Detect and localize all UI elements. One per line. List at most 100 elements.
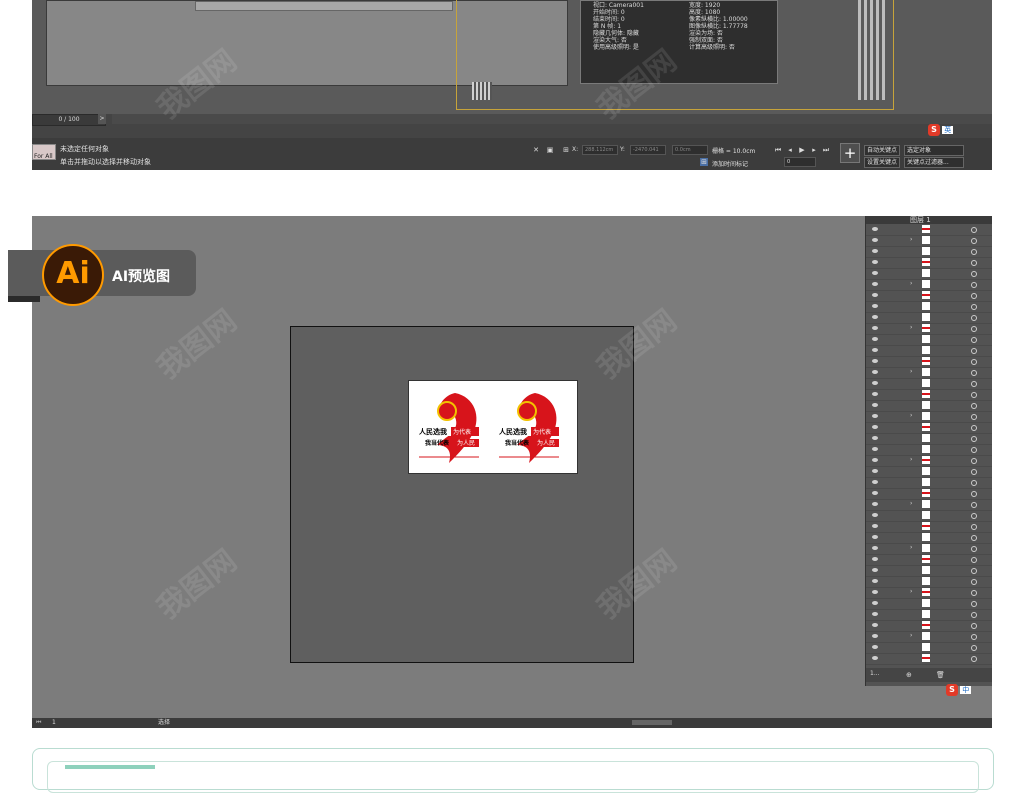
- expand-caret-icon[interactable]: ›: [910, 544, 912, 551]
- auto-key-button[interactable]: 自动关键点: [864, 145, 901, 156]
- track-bar[interactable]: [112, 114, 992, 124]
- layer-list[interactable]: › › › › › › › › › ›: [866, 224, 992, 668]
- target-circle-icon[interactable]: [971, 656, 977, 662]
- viewport-area[interactable]: 视口: Camera001 开始时间: 0 结束时间: 0 第 N 帧: 1 隐…: [32, 0, 992, 114]
- visibility-eye-icon[interactable]: [872, 524, 878, 528]
- expand-caret-icon[interactable]: ›: [910, 368, 912, 375]
- visibility-eye-icon[interactable]: [872, 623, 878, 627]
- target-circle-icon[interactable]: [971, 623, 977, 629]
- isolate-icon[interactable]: ✕: [532, 146, 540, 154]
- target-circle-icon[interactable]: [971, 293, 977, 299]
- target-circle-icon[interactable]: [971, 590, 977, 596]
- visibility-eye-icon[interactable]: [872, 436, 878, 440]
- visibility-eye-icon[interactable]: [872, 392, 878, 396]
- visibility-eye-icon[interactable]: [872, 326, 878, 330]
- target-circle-icon[interactable]: [971, 568, 977, 574]
- expand-caret-icon[interactable]: ›: [910, 456, 912, 463]
- visibility-eye-icon[interactable]: [872, 337, 878, 341]
- expand-caret-icon[interactable]: ›: [910, 280, 912, 287]
- target-circle-icon[interactable]: [971, 458, 977, 464]
- visibility-eye-icon[interactable]: [872, 348, 878, 352]
- visibility-eye-icon[interactable]: [872, 403, 878, 407]
- set-key-button[interactable]: 设置关键点: [864, 157, 901, 168]
- visibility-eye-icon[interactable]: [872, 502, 878, 506]
- target-circle-icon[interactable]: [971, 425, 977, 431]
- visibility-eye-icon[interactable]: [872, 491, 878, 495]
- target-circle-icon[interactable]: [971, 436, 977, 442]
- visibility-eye-icon[interactable]: [872, 656, 878, 660]
- expand-caret-icon[interactable]: ›: [910, 588, 912, 595]
- target-circle-icon[interactable]: [971, 601, 977, 607]
- absolute-mode-icon[interactable]: ⊞: [562, 146, 570, 154]
- visibility-eye-icon[interactable]: [872, 546, 878, 550]
- artwork-preview[interactable]: 人民选我 为代表 我当代表 为人民 人民选我 为代表 我当代表 为人民: [408, 380, 578, 474]
- play-icon[interactable]: ▶: [798, 146, 806, 154]
- target-circle-icon[interactable]: [971, 348, 977, 354]
- expand-caret-icon[interactable]: ›: [910, 324, 912, 331]
- ime-toolbar[interactable]: S 中: [946, 684, 972, 696]
- y-coordinate-field[interactable]: -2470.041: [630, 145, 666, 155]
- target-circle-icon[interactable]: [971, 249, 977, 255]
- visibility-eye-icon[interactable]: [872, 612, 878, 616]
- expand-caret-icon[interactable]: ›: [910, 412, 912, 419]
- visibility-eye-icon[interactable]: [872, 370, 878, 374]
- target-circle-icon[interactable]: [971, 260, 977, 266]
- target-circle-icon[interactable]: [971, 557, 977, 563]
- key-mode-dropdown[interactable]: 选定对象: [904, 145, 964, 156]
- visibility-eye-icon[interactable]: [872, 304, 878, 308]
- time-slider[interactable]: 0 / 100: [32, 114, 106, 126]
- target-circle-icon[interactable]: [971, 634, 977, 640]
- previous-frame-icon[interactable]: ◂: [786, 146, 794, 154]
- visibility-eye-icon[interactable]: [872, 359, 878, 363]
- target-circle-icon[interactable]: [971, 403, 977, 409]
- visibility-eye-icon[interactable]: [872, 535, 878, 539]
- next-frame-icon[interactable]: ▸: [810, 146, 818, 154]
- horizontal-scrollbar[interactable]: [632, 720, 672, 725]
- visibility-eye-icon[interactable]: [872, 414, 878, 418]
- target-circle-icon[interactable]: [971, 579, 977, 585]
- target-circle-icon[interactable]: [971, 392, 977, 398]
- first-artboard-icon[interactable]: ⏮: [36, 718, 41, 728]
- target-circle-icon[interactable]: [971, 337, 977, 343]
- target-circle-icon[interactable]: [971, 645, 977, 651]
- visibility-eye-icon[interactable]: [872, 568, 878, 572]
- visibility-eye-icon[interactable]: [872, 579, 878, 583]
- visibility-eye-icon[interactable]: [872, 601, 878, 605]
- target-circle-icon[interactable]: [971, 502, 977, 508]
- target-circle-icon[interactable]: [971, 271, 977, 277]
- expand-caret-icon[interactable]: ›: [910, 500, 912, 507]
- new-layer-icon[interactable]: ⊕: [906, 671, 912, 679]
- visibility-eye-icon[interactable]: [872, 260, 878, 264]
- go-to-start-icon[interactable]: ⏮: [774, 146, 782, 154]
- x-coordinate-field[interactable]: 288.112cm: [582, 145, 618, 155]
- object-color-swatch[interactable]: For All: [32, 144, 56, 160]
- expand-caret-icon[interactable]: ›: [910, 236, 912, 243]
- target-circle-icon[interactable]: [971, 304, 977, 310]
- current-frame-field[interactable]: 0: [784, 157, 816, 167]
- set-key-plus-button[interactable]: +: [840, 143, 860, 163]
- go-to-end-icon[interactable]: ⏭: [822, 146, 830, 154]
- visibility-eye-icon[interactable]: [872, 293, 878, 297]
- target-circle-icon[interactable]: [971, 370, 977, 376]
- visibility-eye-icon[interactable]: [872, 469, 878, 473]
- visibility-eye-icon[interactable]: [872, 315, 878, 319]
- target-circle-icon[interactable]: [971, 480, 977, 486]
- visibility-eye-icon[interactable]: [872, 634, 878, 638]
- target-circle-icon[interactable]: [971, 414, 977, 420]
- visibility-eye-icon[interactable]: [872, 557, 878, 561]
- artboard-number-field[interactable]: 1: [52, 718, 56, 728]
- visibility-eye-icon[interactable]: [872, 271, 878, 275]
- target-circle-icon[interactable]: [971, 469, 977, 475]
- target-circle-icon[interactable]: [971, 282, 977, 288]
- visibility-eye-icon[interactable]: [872, 425, 878, 429]
- target-circle-icon[interactable]: [971, 491, 977, 497]
- key-filters-button[interactable]: 关键点过滤器...: [904, 157, 964, 168]
- z-coordinate-field[interactable]: 0.0cm: [672, 145, 708, 155]
- delete-layer-icon[interactable]: 🗑: [936, 671, 945, 679]
- target-circle-icon[interactable]: [971, 238, 977, 244]
- add-time-tag-button[interactable]: 添加时间标记: [712, 159, 748, 168]
- target-circle-icon[interactable]: [971, 359, 977, 365]
- artboard[interactable]: [290, 326, 634, 663]
- time-tag-icon[interactable]: ⊞: [700, 158, 708, 166]
- ime-toolbar[interactable]: S 英: [928, 124, 954, 136]
